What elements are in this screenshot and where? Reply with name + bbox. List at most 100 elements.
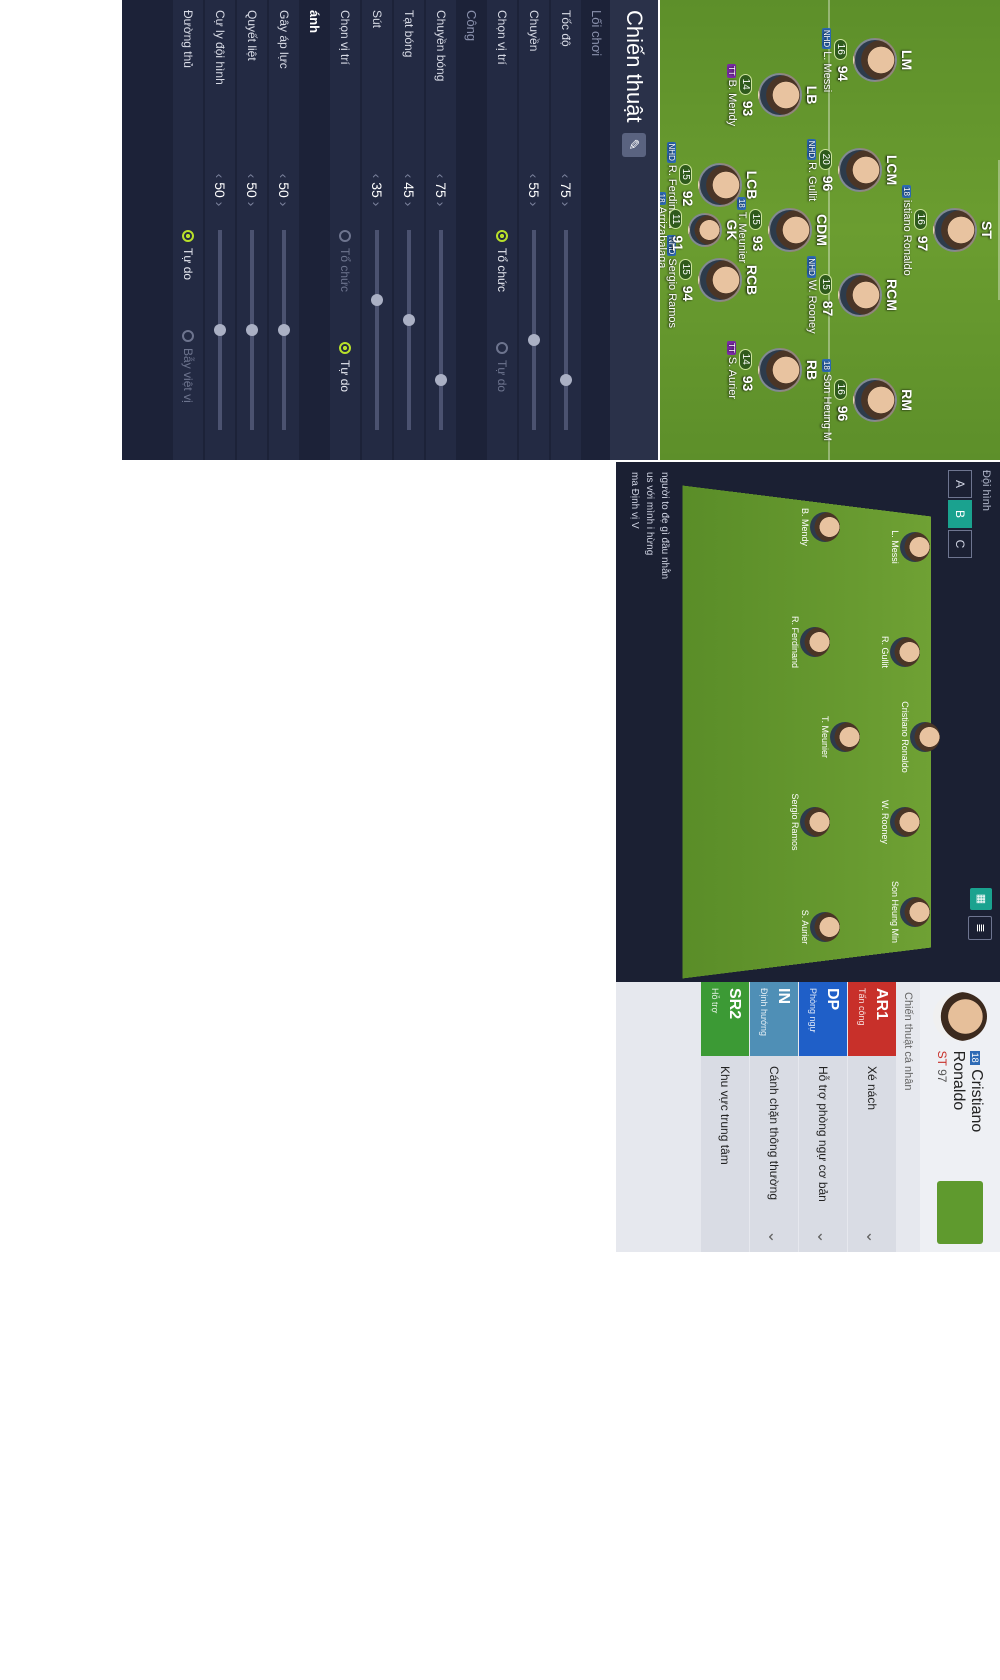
slider-row-speed: Tốc độ ‹ 75 ›	[551, 0, 581, 460]
tactic-item[interactable]: IN Định hướng Cánh chặn thông thường ⌄	[750, 982, 798, 1252]
player-position: LB	[804, 85, 820, 105]
slider-knob[interactable]	[403, 314, 415, 326]
slider-label: Quyết liệt	[245, 10, 259, 61]
lineup-player-st[interactable]: ST 16 97 18istiano Ronaldo	[901, 185, 995, 276]
season-tag: NHD	[807, 138, 816, 161]
value-stepper[interactable]: ‹ 55 ›	[526, 160, 542, 220]
radio-unselected-icon	[339, 230, 351, 242]
radio-option-organized[interactable]: Tổ chức	[338, 230, 352, 292]
formation-player[interactable]: Son Heung Min	[890, 872, 930, 952]
formation-player[interactable]: S. Aurier	[800, 887, 840, 967]
formation-player[interactable]: R. Gullit	[880, 612, 920, 692]
tactic-code-label: DP	[824, 988, 841, 1011]
slider-label: Sút	[370, 10, 384, 29]
radio-option-label: Tổ chức	[338, 248, 352, 293]
radio-option-free[interactable]: Tự do	[495, 342, 509, 392]
player-position: RCM	[884, 279, 900, 311]
player-number: 11	[669, 209, 682, 230]
chevron-down-icon[interactable]: ⌄	[764, 1222, 784, 1252]
slider-track[interactable]	[214, 230, 226, 430]
formation-option-b[interactable]: B	[948, 500, 972, 528]
chevron-down-icon[interactable]: ⌄	[862, 1222, 882, 1252]
formation-player[interactable]: W. Rooney	[880, 782, 920, 862]
player-name: B. Mendy	[800, 507, 810, 547]
lineup-player-lm[interactable]: LM 16 94 NHDL. Messi	[821, 15, 915, 105]
value-stepper[interactable]: ‹ 75 ›	[433, 160, 449, 220]
slider-knob[interactable]	[371, 294, 383, 306]
formation-option-a[interactable]: A	[948, 470, 972, 498]
pitch-view-icon[interactable]: ▦	[970, 888, 992, 910]
formation-player[interactable]: T. Meunier	[820, 697, 860, 777]
slider-row-build-up: Chuyền bóng ‹ 75 ›	[426, 0, 456, 460]
slider-track[interactable]	[371, 230, 383, 430]
lineup-player-rb[interactable]: RB 14 93 TTS. Aurier	[726, 325, 820, 415]
value-stepper[interactable]: ‹ 35 ›	[369, 160, 385, 220]
value-stepper[interactable]: ‹ 50 ›	[244, 160, 260, 220]
player-name: Cristiano Ronaldo	[900, 701, 910, 773]
slider-knob[interactable]	[278, 324, 290, 336]
slider-track[interactable]	[560, 230, 572, 430]
slider-knob[interactable]	[214, 324, 226, 336]
formation-player[interactable]: Sergio Ramos	[790, 782, 830, 862]
season-tag: NHD	[667, 141, 676, 163]
tactic-description: Cánh chặn thông thường	[767, 1066, 781, 1200]
list-view-icon[interactable]: ≣	[968, 916, 992, 940]
value-stepper[interactable]: ‹ 50 ›	[212, 160, 228, 220]
tactic-code: AR1 Tấn công	[848, 982, 896, 1056]
radio-option-free[interactable]: Tự do	[338, 342, 352, 392]
lineup-player-rm[interactable]: RM 16 96 18Son Heung M	[821, 355, 915, 445]
formation-player[interactable]: R. Ferdinand	[790, 602, 830, 682]
chevron-down-icon[interactable]: ⌄	[813, 1222, 833, 1252]
radio-label: Chọn vị trí	[495, 10, 509, 65]
tactic-item[interactable]: AR1 Tấn công Xé nách ⌄	[848, 982, 896, 1252]
player-photo	[800, 807, 830, 837]
player-number: 15	[679, 163, 692, 185]
edit-icon[interactable]: ✎	[622, 132, 646, 157]
formation-option-c[interactable]: C	[948, 530, 972, 558]
player-position: GK	[724, 219, 740, 241]
player-position: ST	[935, 1050, 949, 1066]
player-photo	[890, 807, 920, 837]
value-stepper[interactable]: ‹ 45 ›	[401, 160, 417, 220]
value-stepper[interactable]: ‹ 75 ›	[558, 160, 574, 220]
tactic-description: Hỗ trợ phòng ngự cơ bản	[816, 1066, 830, 1202]
formation-player[interactable]: L. Messi	[890, 507, 930, 587]
tactic-code: IN Định hướng	[750, 982, 798, 1056]
radio-option-free[interactable]: Tự do	[181, 230, 195, 280]
slider-track[interactable]	[246, 230, 258, 430]
formation-player[interactable]: Cristiano Ronaldo	[900, 697, 940, 777]
lineup-player-gk[interactable]: GK 11 91 18Arrizabalaga	[660, 185, 740, 275]
slider-knob[interactable]	[246, 324, 258, 336]
value-stepper[interactable]: ‹ 50 ›	[276, 160, 292, 220]
formation-selector: A B C	[948, 470, 972, 560]
player-photo	[933, 208, 977, 252]
player-name: Son Heung Min	[890, 880, 900, 944]
lineup-player-lb[interactable]: LB 14 93 TTB. Mendy	[726, 50, 820, 140]
player-position: CDM	[814, 214, 830, 246]
slider-track[interactable]	[278, 230, 290, 430]
slider-row-passing: Chuyền ‹ 55 ›	[519, 0, 549, 460]
formation-player[interactable]: B. Mendy	[800, 487, 840, 567]
slider-track[interactable]	[435, 230, 447, 430]
player-name: R. Ferdinand	[790, 615, 800, 669]
player-ovr: 94	[680, 285, 696, 302]
slider-knob[interactable]	[435, 374, 447, 386]
radio-option-offside-trap[interactable]: Bẫy việt vị	[181, 330, 195, 403]
radio-option-label: Tự do	[495, 360, 509, 393]
tactic-item[interactable]: DP Phòng ngự Hỗ trợ phòng ngự cơ bản ⌄	[799, 982, 847, 1252]
slider-track[interactable]	[528, 230, 540, 430]
slider-row-aggression: Quyết liệt ‹ 50 ›	[237, 0, 267, 460]
formation-screen: Đội hình A B C ▦ ≣ L. Messi R. Gullit Cr…	[616, 462, 1000, 1252]
player-photo	[810, 512, 840, 542]
radio-option-organized[interactable]: Tổ chức	[495, 230, 509, 292]
player-position: RB	[804, 359, 820, 381]
tactic-item[interactable]: SR2 Hỗ trợ Khu vực trung tâm	[701, 982, 749, 1252]
section-defense: ánh	[307, 10, 322, 34]
slider-knob[interactable]	[528, 334, 540, 346]
view-toggle: ▦ ≣	[968, 882, 992, 940]
player-photo	[800, 627, 830, 657]
tactics-panel: Chiến thuật ✎ Lối chơi Tốc độ ‹ 75 › Chu…	[122, 0, 658, 460]
slider-knob[interactable]	[560, 374, 572, 386]
player-ovr: 96	[835, 405, 851, 422]
slider-track[interactable]	[403, 230, 415, 430]
